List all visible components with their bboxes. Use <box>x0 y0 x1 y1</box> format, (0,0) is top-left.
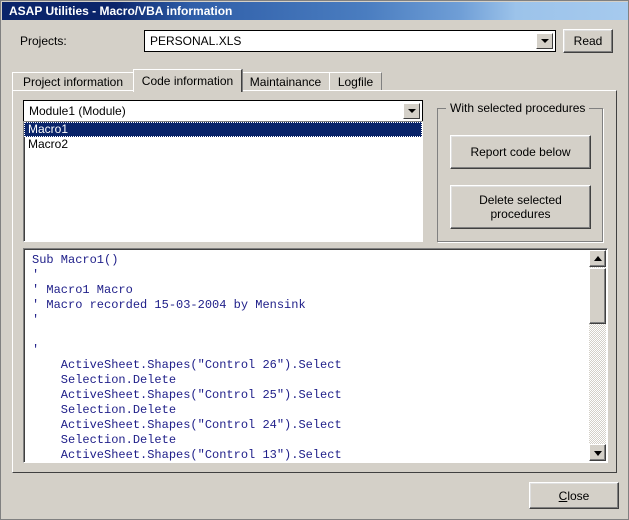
module-combobox-value: Module1 (Module) <box>29 104 126 118</box>
scroll-up-arrow-icon[interactable] <box>589 250 606 267</box>
list-item[interactable]: Macro2 <box>24 137 422 152</box>
procedure-listbox[interactable]: Macro1 Macro2 <box>23 121 423 242</box>
list-item[interactable]: Macro1 <box>24 122 422 137</box>
read-button[interactable]: Read <box>563 29 613 53</box>
tab-code-information[interactable]: Code information <box>133 69 242 92</box>
code-vertical-scrollbar[interactable] <box>589 250 606 461</box>
group-title: With selected procedures <box>446 101 590 115</box>
delete-selected-procedures-label: Delete selected procedures <box>479 193 562 221</box>
scroll-down-arrow-icon[interactable] <box>589 444 606 461</box>
report-code-below-button[interactable]: Report code below <box>450 135 591 169</box>
asap-utilities-dialog: ASAP Utilities - Macro/VBA information P… <box>0 0 629 520</box>
close-button-accel: C <box>558 488 568 503</box>
tab-logfile[interactable]: Logfile <box>329 72 382 91</box>
window-title: ASAP Utilities - Macro/VBA information <box>9 4 233 18</box>
chevron-down-icon[interactable] <box>536 33 553 49</box>
projects-label: Projects: <box>20 34 67 48</box>
code-text: Sub Macro1() ' ' Macro1 Macro ' Macro re… <box>32 253 342 462</box>
chevron-down-icon[interactable] <box>403 103 420 119</box>
module-combobox[interactable]: Module1 (Module) <box>23 100 423 122</box>
title-bar: ASAP Utilities - Macro/VBA information <box>2 2 628 20</box>
delete-selected-procedures-button[interactable]: Delete selected procedures <box>450 185 591 229</box>
close-button-label: lose <box>567 488 590 503</box>
tab-maintainance[interactable]: Maintainance <box>241 72 330 91</box>
projects-combobox[interactable]: PERSONAL.XLS <box>144 30 556 52</box>
close-button[interactable]: Close <box>529 482 619 509</box>
code-textarea[interactable]: Sub Macro1() ' ' Macro1 Macro ' Macro re… <box>23 248 608 463</box>
tab-strip: Project information Code information Mai… <box>12 69 617 92</box>
with-selected-procedures-group: With selected procedures Report code bel… <box>437 101 603 242</box>
scrollbar-thumb[interactable] <box>589 268 606 324</box>
tab-project-information[interactable]: Project information <box>12 72 134 91</box>
tab-page-code-information: Module1 (Module) Macro1 Macro2 With sele… <box>12 90 617 473</box>
projects-combobox-value: PERSONAL.XLS <box>150 34 242 48</box>
